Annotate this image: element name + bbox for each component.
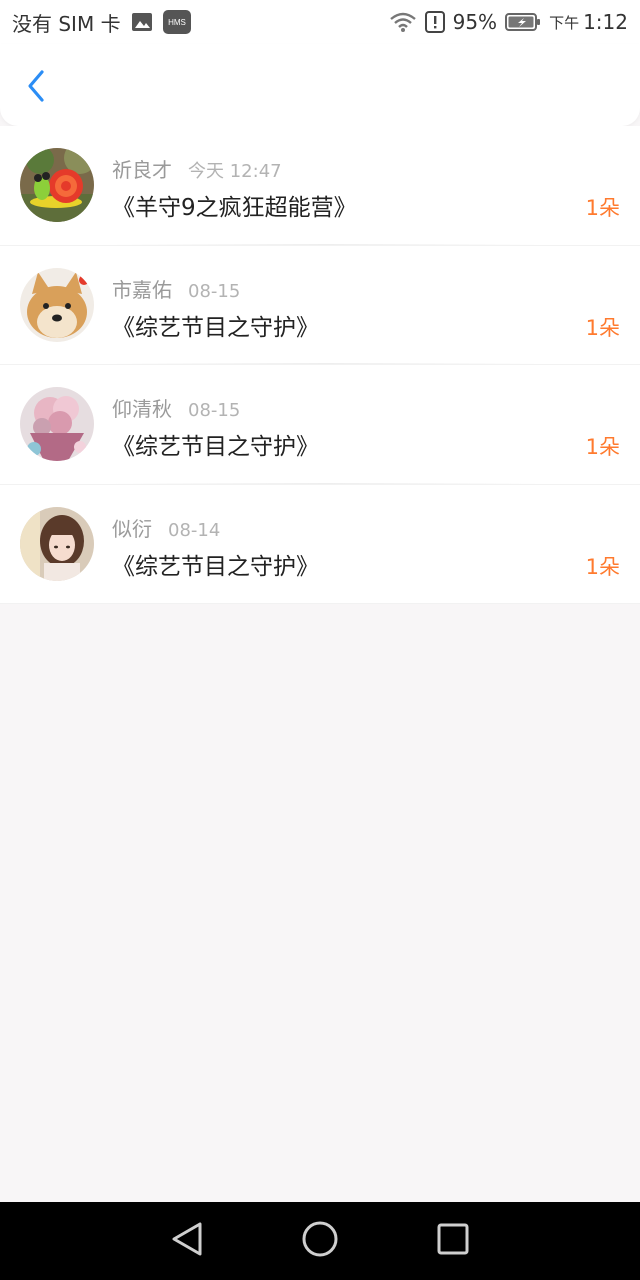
flower-bouquet-avatar[interactable]	[20, 387, 94, 461]
user-name: 仰清秋	[112, 397, 172, 421]
record-time: 08-15	[188, 400, 241, 421]
battery-percent: 95%	[452, 10, 498, 34]
divider	[112, 243, 540, 245]
carrier-text: 没有 SIM 卡	[12, 11, 121, 36]
system-nav-bar	[0, 1202, 640, 1280]
show-title: 《羊守9之疯狂超能营》	[112, 195, 357, 221]
list-item[interactable]: 仰清秋 08-15 《综艺节目之守护》 1朵	[0, 365, 640, 485]
record-time: 今天 12:47	[188, 161, 282, 182]
snail-toy-avatar[interactable]	[20, 148, 94, 222]
chevron-left-icon	[25, 68, 47, 108]
nav-recents-button[interactable]	[428, 1216, 478, 1266]
image-icon	[131, 12, 153, 32]
circle-home-icon	[301, 1220, 339, 1262]
flower-count: 1朵	[585, 196, 620, 220]
square-recents-icon	[435, 1221, 471, 1261]
gift-record-list: 祈良才 今天 12:47 《羊守9之疯狂超能营》 1朵 市嘉佑 08-15 《综…	[0, 126, 640, 604]
nav-back-button[interactable]	[162, 1216, 212, 1266]
user-name: 市嘉佑	[112, 277, 172, 302]
alert-icon	[424, 11, 445, 33]
nav-home-button[interactable]	[295, 1216, 345, 1266]
header	[0, 44, 640, 126]
flower-count: 1朵	[585, 435, 620, 459]
wifi-icon	[389, 11, 417, 33]
user-name: 似衍	[112, 516, 152, 541]
ampm-text: 下午	[549, 13, 580, 32]
divider	[112, 363, 540, 364]
flower-count: 1朵	[585, 315, 620, 340]
show-title: 《综艺节目之守护》	[112, 434, 319, 460]
status-bar: 没有 SIM 卡 HMS 95% 下午 1:12	[0, 0, 640, 44]
battery-icon	[505, 12, 541, 32]
record-time: 08-14	[168, 519, 221, 541]
hms-icon: HMS	[162, 10, 191, 34]
girl-portrait-avatar[interactable]	[20, 506, 94, 581]
shiba-dog-avatar[interactable]	[20, 267, 94, 342]
flower-count: 1朵	[585, 554, 620, 579]
show-title: 《综艺节目之守护》	[112, 314, 319, 341]
clock-time: 1:12	[583, 10, 628, 34]
show-title: 《综艺节目之守护》	[112, 553, 319, 580]
record-time: 08-15	[188, 280, 241, 302]
back-button[interactable]	[16, 68, 56, 108]
list-item[interactable]: 似衍 08-14 《综艺节目之守护》 1朵	[0, 485, 640, 604]
list-item[interactable]: 祈良才 今天 12:47 《羊守9之疯狂超能营》 1朵	[0, 126, 640, 246]
list-item[interactable]: 市嘉佑 08-15 《综艺节目之守护》 1朵	[0, 246, 640, 365]
user-name: 祈良才	[112, 158, 172, 182]
divider	[112, 482, 540, 484]
svg-text:HMS: HMS	[168, 18, 186, 27]
triangle-back-icon	[170, 1221, 204, 1261]
